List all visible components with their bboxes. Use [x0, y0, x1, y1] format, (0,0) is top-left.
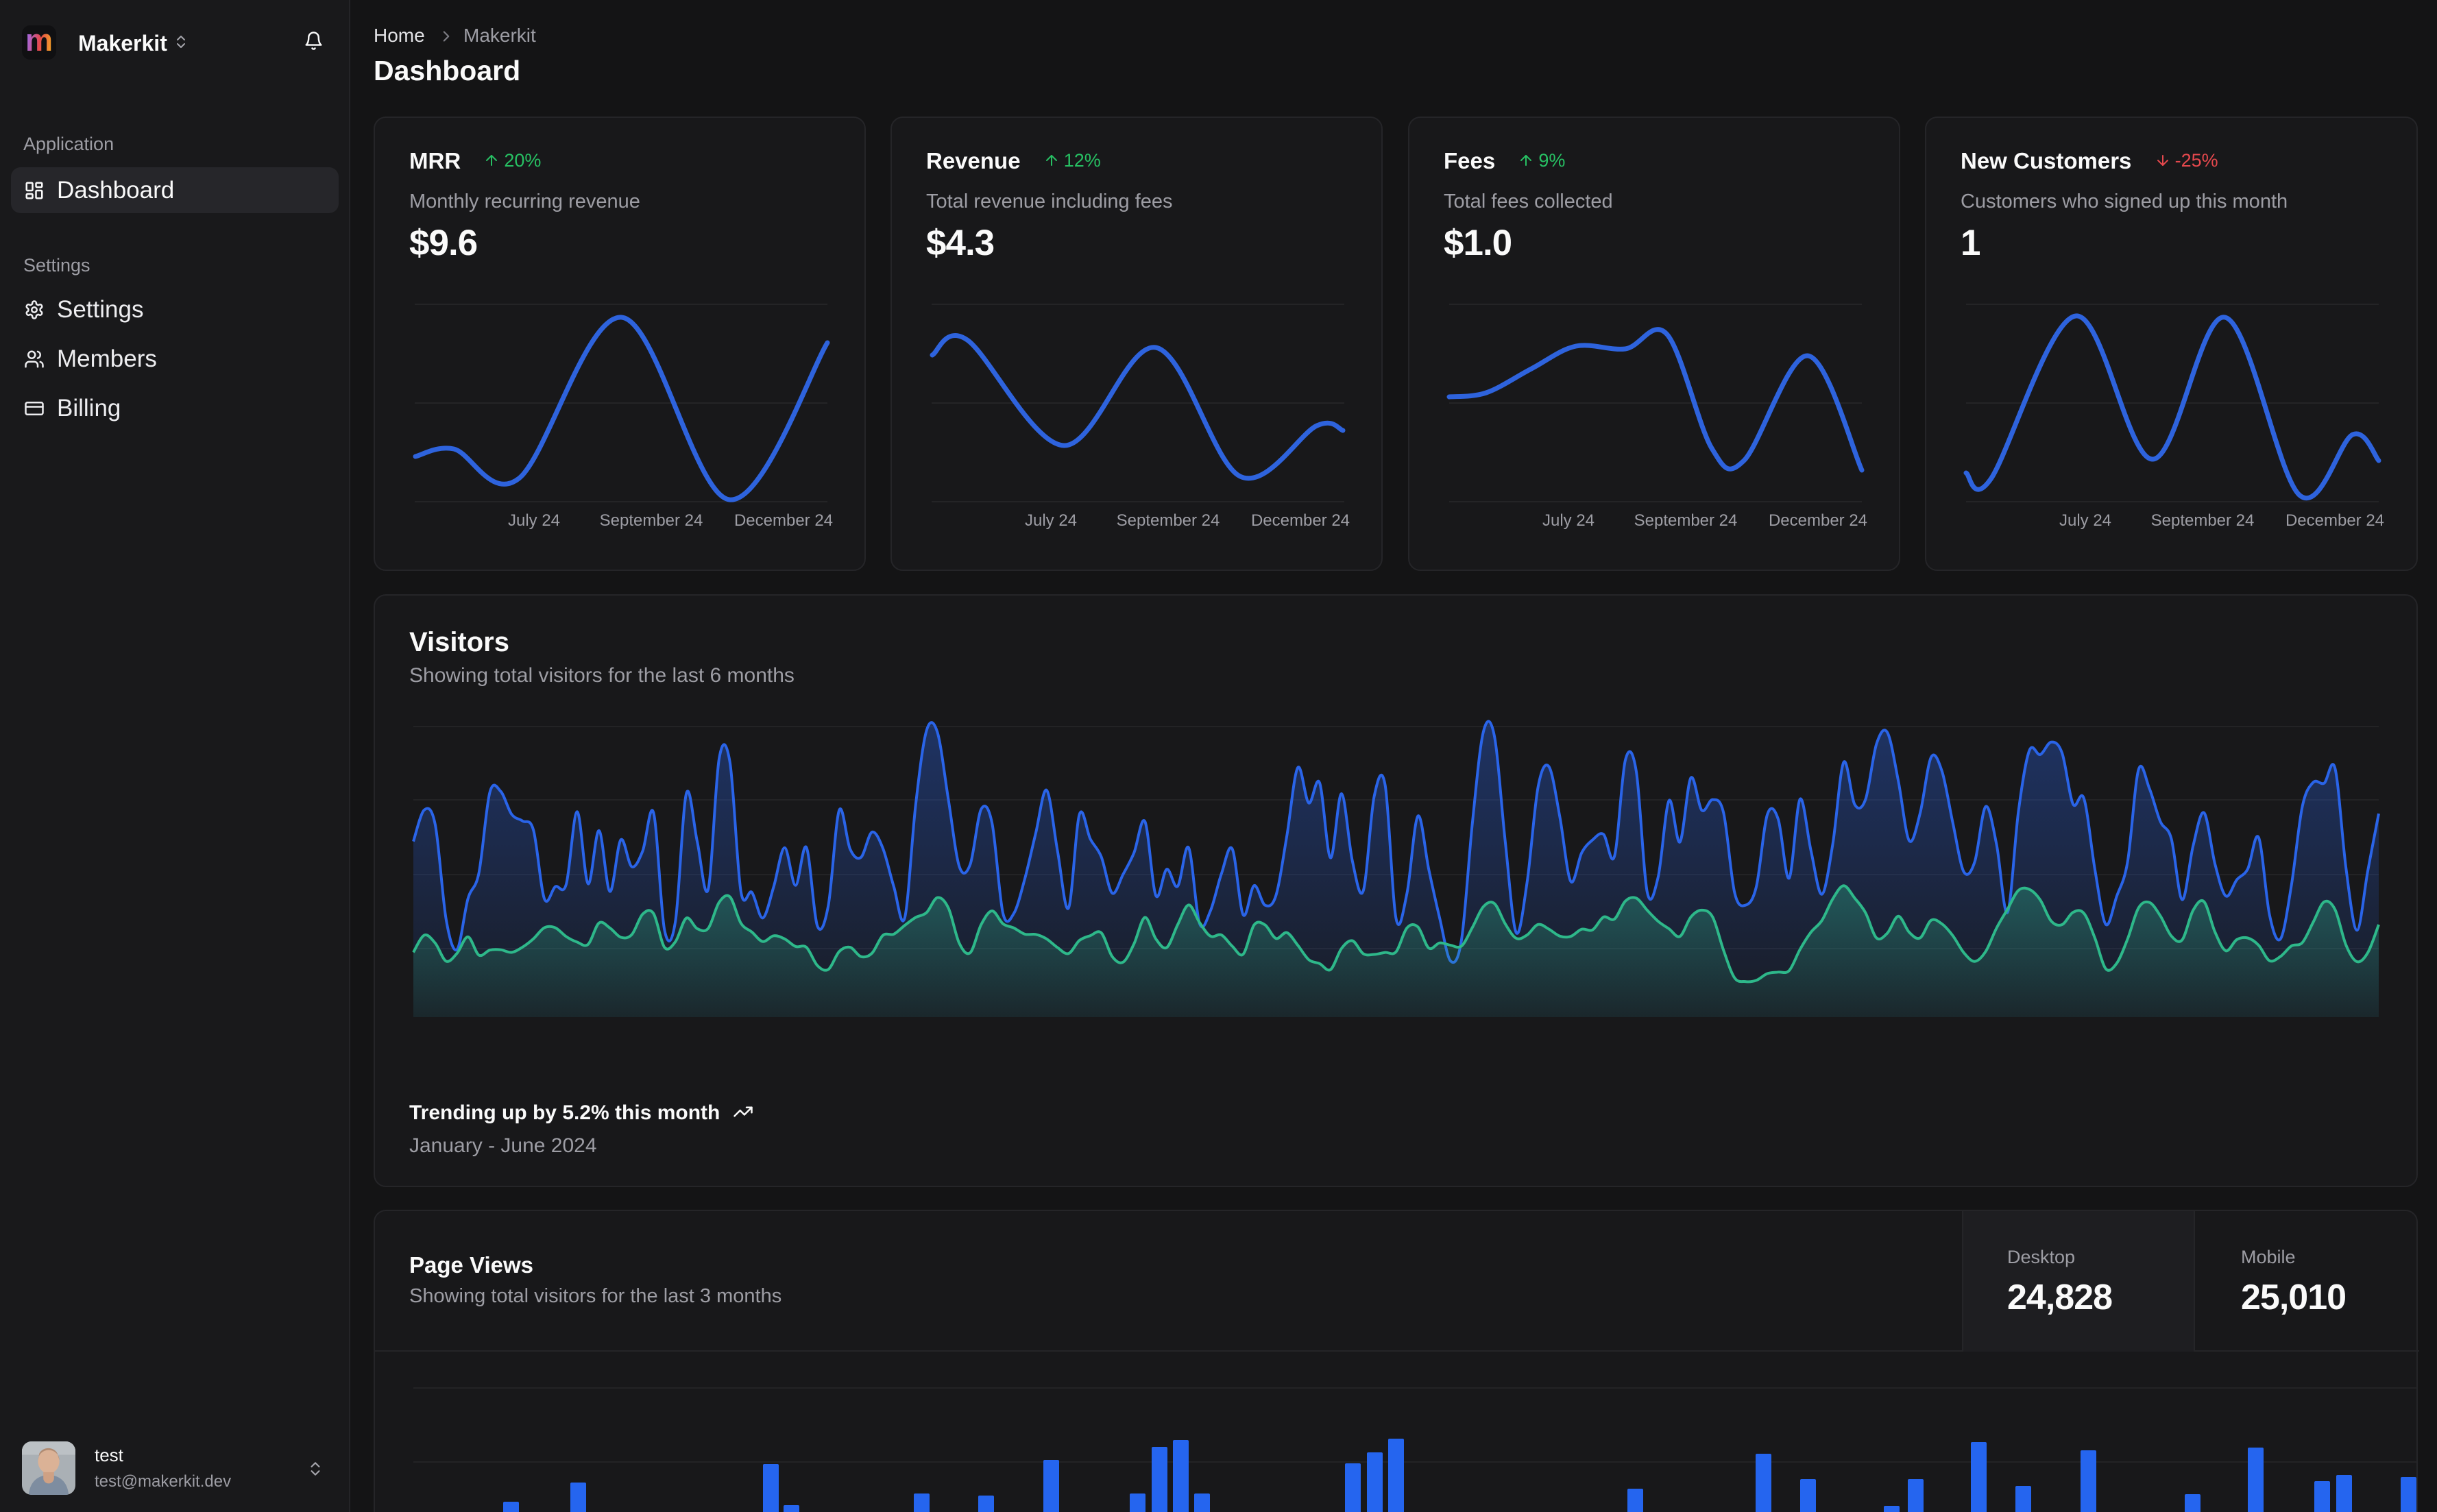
svg-text:September 24: September 24 — [600, 511, 703, 530]
svg-text:July 24: July 24 — [2059, 511, 2111, 530]
svg-text:December 24: December 24 — [734, 511, 833, 530]
svg-text:December 24: December 24 — [2286, 511, 2384, 530]
svg-text:December 24: December 24 — [1769, 511, 1867, 530]
svg-text:July 24: July 24 — [508, 511, 560, 530]
svg-text:September 24: September 24 — [1117, 511, 1220, 530]
svg-text:September 24: September 24 — [1634, 511, 1738, 530]
svg-text:July 24: July 24 — [1025, 511, 1077, 530]
svg-text:July 24: July 24 — [1542, 511, 1595, 530]
svg-text:December 24: December 24 — [1251, 511, 1350, 530]
svg-text:September 24: September 24 — [2151, 511, 2255, 530]
